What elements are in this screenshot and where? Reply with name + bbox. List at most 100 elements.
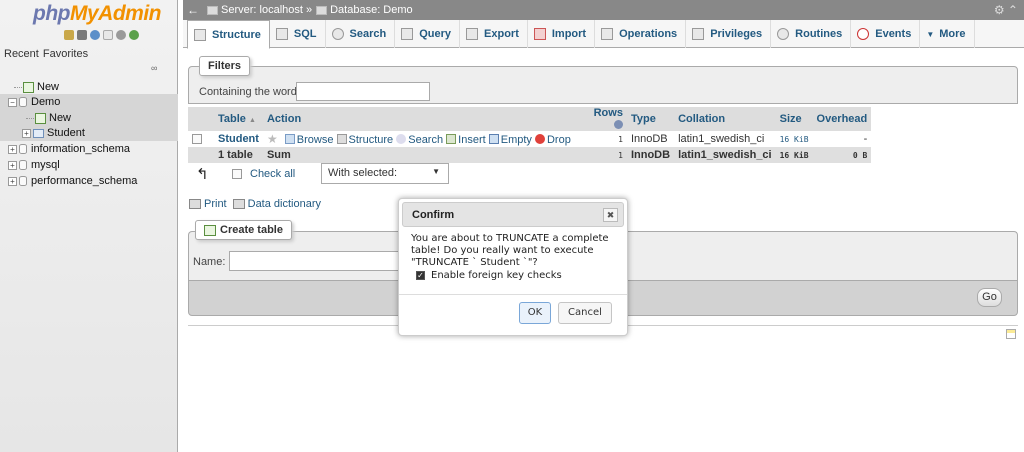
confirm-dialog: Confirm ✖ You are about to TRUNCATE a co… bbox=[398, 198, 628, 336]
expand-icon[interactable]: + bbox=[22, 128, 31, 138]
with-selected-select[interactable]: With selected: ▼ bbox=[321, 163, 449, 184]
summary-row: 1 table Sum 1 InnoDB latin1_swedish_ci 1… bbox=[188, 147, 872, 163]
drop-action[interactable]: Drop bbox=[534, 134, 571, 146]
tab-structure[interactable]: Structure bbox=[187, 20, 270, 49]
favorite-star-icon[interactable]: ★ bbox=[267, 132, 278, 146]
data-dictionary-link[interactable]: Data dictionary bbox=[248, 198, 321, 210]
tab-query[interactable]: Query bbox=[395, 20, 461, 48]
row-overhead: - bbox=[812, 131, 872, 147]
tab-events[interactable]: Events bbox=[851, 20, 921, 48]
tab-search[interactable]: Search bbox=[326, 20, 396, 48]
tab-routines[interactable]: Routines bbox=[771, 20, 852, 48]
breadcrumb-database[interactable]: Database: Demo bbox=[330, 4, 413, 16]
data-dictionary-icon bbox=[232, 199, 245, 209]
tree-item-new[interactable]: New bbox=[0, 79, 178, 95]
home-icon[interactable] bbox=[64, 30, 74, 40]
cancel-button[interactable]: Cancel bbox=[558, 302, 612, 324]
structure-action[interactable]: Structure bbox=[336, 134, 393, 146]
routines-icon bbox=[777, 28, 790, 40]
print-icon bbox=[189, 199, 201, 209]
expand-icon[interactable]: + bbox=[8, 176, 17, 186]
expand-icon[interactable]: + bbox=[8, 160, 17, 170]
check-all[interactable]: Check all bbox=[232, 168, 295, 180]
tab-operations[interactable]: Operations bbox=[595, 20, 687, 48]
col-table-header[interactable]: Table ▲ bbox=[214, 107, 263, 131]
row-size[interactable]: 16 KiB bbox=[775, 131, 813, 147]
logout-icon[interactable] bbox=[77, 30, 87, 40]
settings-gear-icon[interactable]: ⚙ ⌃ bbox=[994, 3, 1018, 17]
sql-icon bbox=[275, 28, 288, 40]
tree-item-performance-schema[interactable]: + performance_schema bbox=[0, 173, 178, 189]
col-type-header[interactable]: Type bbox=[626, 107, 675, 131]
database-icon bbox=[19, 176, 27, 186]
collapse-nav-icon[interactable]: ← bbox=[187, 3, 199, 17]
database-icon bbox=[19, 97, 27, 107]
table-name-link[interactable]: Student bbox=[214, 131, 263, 147]
insert-action[interactable]: Insert bbox=[446, 134, 486, 146]
dialog-message: You are about to TRUNCATE a complete tab… bbox=[411, 233, 609, 268]
events-clock-icon bbox=[857, 28, 870, 40]
col-overhead-header[interactable]: Overhead bbox=[812, 107, 872, 131]
phpmyadmin-logo[interactable]: phpMyAdmin bbox=[33, 2, 161, 26]
dialog-title: Confirm bbox=[412, 209, 455, 221]
database-icon bbox=[19, 160, 27, 170]
go-button[interactable]: Go bbox=[977, 288, 1002, 307]
structure-icon bbox=[336, 134, 347, 144]
recent-tab[interactable]: Recent bbox=[4, 48, 39, 60]
tab-sql[interactable]: SQL bbox=[270, 20, 326, 48]
drop-icon bbox=[534, 134, 545, 144]
link-with-main-icon[interactable]: ∞ bbox=[151, 63, 157, 73]
help-icon[interactable] bbox=[90, 30, 100, 40]
reload-icon[interactable] bbox=[129, 30, 139, 40]
export-icon bbox=[466, 28, 479, 40]
row-checkbox[interactable] bbox=[192, 134, 202, 145]
main-tabs: Structure SQL Search Query Export Import… bbox=[183, 20, 1024, 49]
filter-word-input[interactable] bbox=[296, 82, 430, 101]
create-table-legend: Create table bbox=[195, 220, 292, 240]
tab-more[interactable]: ▼ More bbox=[920, 20, 975, 48]
col-collation-header[interactable]: Collation bbox=[674, 107, 776, 131]
col-action-header: Action bbox=[262, 107, 589, 131]
search-action[interactable]: Search bbox=[396, 134, 443, 146]
wrench-icon bbox=[601, 28, 614, 40]
help-icon[interactable] bbox=[613, 120, 623, 129]
nav-icon-bar bbox=[64, 30, 139, 42]
docs-icon[interactable] bbox=[103, 30, 113, 40]
check-all-checkbox[interactable] bbox=[232, 169, 242, 179]
breadcrumb-server[interactable]: Server: localhost » bbox=[221, 4, 312, 16]
search-icon bbox=[396, 134, 407, 144]
ok-button[interactable]: OK bbox=[519, 302, 551, 324]
query-icon bbox=[401, 28, 414, 40]
chevron-down-icon: ▼ bbox=[432, 167, 440, 176]
tree-item-demo-new[interactable]: New bbox=[0, 110, 178, 126]
console-icon[interactable] bbox=[1006, 329, 1016, 339]
collapse-icon[interactable]: − bbox=[8, 97, 17, 107]
settings-gear-icon[interactable] bbox=[116, 30, 126, 40]
dialog-titlebar[interactable]: Confirm ✖ bbox=[402, 202, 624, 227]
favorites-tab[interactable]: Favorites bbox=[43, 48, 88, 60]
empty-action[interactable]: Empty bbox=[488, 134, 532, 146]
tab-import[interactable]: Import bbox=[528, 20, 596, 48]
browse-action[interactable]: Browse bbox=[284, 134, 333, 146]
tree-item-mysql[interactable]: + mysql bbox=[0, 157, 178, 173]
tree-item-information-schema[interactable]: + information_schema bbox=[0, 141, 178, 157]
foreign-key-checkbox[interactable]: ✓ bbox=[416, 271, 425, 280]
arrow-ltr-icon: ↰ bbox=[196, 166, 209, 183]
foreign-key-checks-option[interactable]: ✓ Enable foreign key checks bbox=[416, 270, 562, 281]
breadcrumb-bar: ← Server: localhost » Database: Demo ⚙ ⌃ bbox=[183, 0, 1024, 20]
tab-privileges[interactable]: Privileges bbox=[686, 20, 772, 48]
new-database-icon bbox=[23, 81, 34, 93]
table-icon bbox=[33, 128, 44, 138]
print-link[interactable]: Print bbox=[204, 198, 227, 210]
tree-item-student[interactable]: + Student bbox=[0, 125, 178, 141]
tree-item-demo[interactable]: − Demo bbox=[0, 94, 178, 110]
close-icon[interactable]: ✖ bbox=[603, 208, 618, 222]
col-rows-header[interactable]: Rows bbox=[588, 107, 627, 131]
tab-export[interactable]: Export bbox=[460, 20, 528, 48]
table-name-input[interactable] bbox=[229, 251, 399, 271]
database-icon bbox=[19, 144, 27, 154]
create-table-icon bbox=[204, 224, 216, 236]
col-size-header[interactable]: Size bbox=[775, 107, 813, 131]
expand-icon[interactable]: + bbox=[8, 144, 17, 154]
summary-overhead: 0 B bbox=[812, 147, 872, 163]
